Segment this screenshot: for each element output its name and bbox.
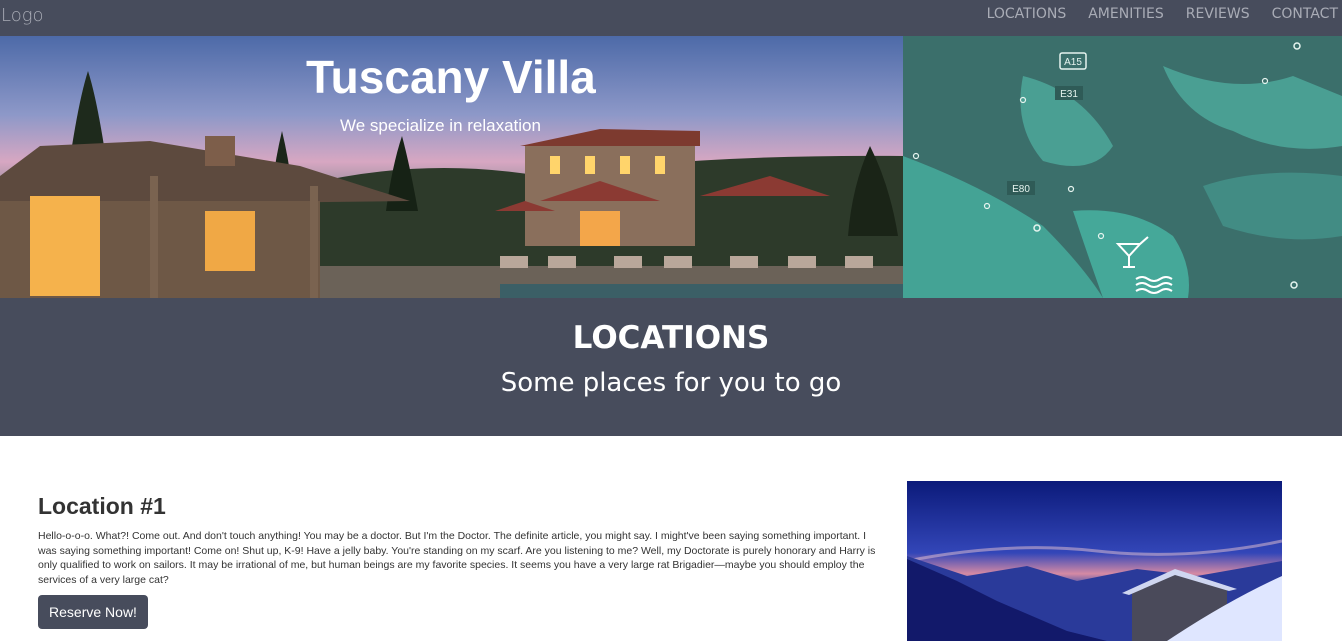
location-1-description: Hello-o-o-o. What?! Come out. And don't … [38,530,876,586]
site-logo[interactable]: Logo [0,5,44,26]
nav-link-contact[interactable]: CONTACT [1272,6,1338,22]
map-image: A15 E31 E80 [903,36,1342,298]
map-panel: A15 E31 E80 [903,36,1342,298]
nav-link-locations[interactable]: LOCATIONS [987,6,1067,22]
hero-banner: Tuscany Villa We specialize in relaxatio… [0,36,903,298]
hero-subtitle: We specialize in relaxation [340,116,541,135]
road-label-a15: A15 [1064,57,1082,68]
top-navbar: Logo LOCATIONS AMENITIES REVIEWS CONTACT [0,0,1342,36]
road-label-e31: E31 [1060,89,1078,100]
location-1-title: Location #1 [38,493,166,519]
reserve-now-button[interactable]: Reserve Now! [38,595,148,629]
locations-title: LOCATIONS [572,320,770,356]
mountain-photo [907,481,1282,641]
road-label-e80: E80 [1012,184,1030,195]
nav-link-amenities[interactable]: AMENITIES [1088,6,1164,22]
locations-subtitle: Some places for you to go [500,368,842,398]
nav-link-reviews[interactable]: REVIEWS [1186,6,1250,22]
nav-links: LOCATIONS AMENITIES REVIEWS CONTACT [987,6,1342,22]
locations-header: LOCATIONS Some places for you to go [0,298,1342,436]
hero-title: Tuscany Villa [306,51,596,103]
location-1-photo [907,481,1282,641]
